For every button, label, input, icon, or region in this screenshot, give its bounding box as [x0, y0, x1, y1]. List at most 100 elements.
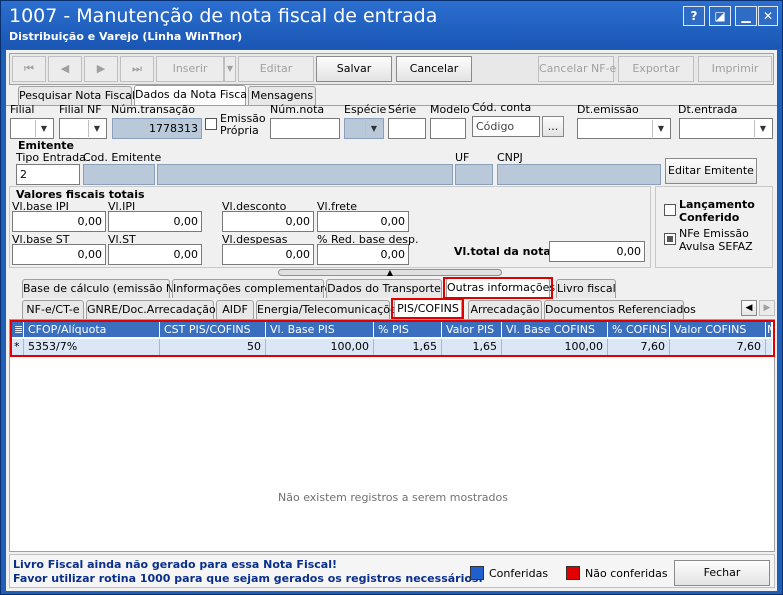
minimize-icon: ▁ [741, 9, 751, 23]
application-window: 1007 - Manutenção de nota fiscal de entr… [0, 0, 783, 595]
fechar-button[interactable]: Fechar [674, 560, 770, 586]
tab-livro-fiscal[interactable]: Livro fiscal [556, 279, 616, 298]
first-record-button[interactable]: ⏮ [12, 56, 46, 82]
total-field[interactable]: 0,00 [549, 241, 645, 262]
tab-documentos-referenciados[interactable]: Documentos Referenciados [544, 300, 696, 319]
cnpj-label: CNPJ [497, 151, 523, 164]
restore-button[interactable]: ◪ [709, 6, 731, 26]
num-nota-field[interactable] [270, 118, 340, 139]
lancamento-conferido-checkbox[interactable] [664, 204, 676, 216]
despesas-field[interactable]: 0,00 [222, 244, 314, 265]
filial-nf-select[interactable]: ▼ [59, 118, 107, 139]
tab-energia[interactable]: Energia/Telecomunicações [256, 300, 403, 319]
cod-conta-field[interactable]: Código [472, 116, 540, 137]
dt-emissao-field[interactable]: ▼ [577, 118, 671, 139]
nfe-emissao-checkbox[interactable] [664, 233, 676, 245]
conferidas-label: Conferidas [489, 567, 549, 580]
ipi-field[interactable]: 0,00 [108, 211, 202, 232]
num-transacao-label: Núm.transação [111, 103, 195, 116]
tabs-scroll-left-button[interactable]: ◀ [741, 300, 757, 316]
restore-icon: ◪ [714, 9, 726, 23]
close-button[interactable]: ✕ [758, 6, 778, 26]
cod-emitente-label: Cod. Emitente [83, 151, 162, 164]
last-icon: ⏭ [132, 62, 142, 75]
cod-emitente-field[interactable] [83, 164, 155, 185]
serie-label: Série [388, 103, 417, 116]
nao-conferidas-swatch [566, 566, 580, 580]
cancelar-nfe-button[interactable]: Cancelar NF-e [538, 56, 616, 82]
cnpj-field[interactable] [497, 164, 661, 185]
next-record-button[interactable]: ▶ [84, 56, 118, 82]
red-base-field[interactable]: 0,00 [317, 244, 409, 265]
tab-arrecadacao[interactable]: Arrecadação [468, 300, 542, 319]
tipo-entrada-label: Tipo Entrada [16, 151, 86, 164]
cod-conta-lookup-button[interactable]: ... [542, 116, 564, 137]
total-label: Vl.total da nota: [454, 245, 556, 258]
num-transacao-field[interactable]: 1778313 [112, 118, 202, 139]
chevron-down-icon: ▼ [754, 120, 771, 137]
modelo-field[interactable] [430, 118, 466, 139]
client-area: ⏮ ◀ ▶ ⏭ Inserir ▼ Editar Salvar Cancelar… [6, 50, 777, 591]
tab-dados-transporte[interactable]: Dados do Transporte [326, 279, 442, 298]
lancamento-conferido-label: Lançamento Conferido [679, 198, 755, 224]
salvar-button[interactable]: Salvar [316, 56, 392, 82]
desconto-field[interactable]: 0,00 [222, 211, 314, 232]
grid-empty-message: Não existem registros a serem mostrados [278, 491, 508, 504]
especie-select[interactable]: ▼ [344, 118, 384, 139]
st-field[interactable]: 0,00 [108, 244, 202, 265]
first-icon: ⏮ [24, 62, 34, 75]
imprimir-button[interactable]: Imprimir [698, 56, 772, 82]
cod-conta-label: Cód. conta [472, 101, 532, 114]
tab-aidf[interactable]: AIDF [216, 300, 254, 319]
window-subtitle: Distribuição e Varejo (Linha WinThor) [9, 30, 243, 43]
tab-base-calculo[interactable]: Base de cálculo (emissão NF) [22, 279, 185, 298]
filial-label: Filial [10, 103, 35, 116]
warning-line-1: Livro Fiscal ainda não gerado para essa … [13, 558, 337, 571]
next-icon: ▶ [96, 62, 106, 75]
splitter-handle[interactable]: ▲ [278, 268, 502, 277]
modelo-label: Modelo [430, 103, 470, 116]
title-bar: 1007 - Manutenção de nota fiscal de entr… [1, 1, 782, 49]
frete-field[interactable]: 0,00 [317, 211, 409, 232]
inserir-dropdown-button[interactable]: ▼ [224, 56, 236, 82]
tab-info-complementares[interactable]: Informações complementares [172, 279, 337, 298]
inserir-button[interactable]: Inserir [156, 56, 224, 82]
uf-field[interactable] [455, 164, 493, 185]
chevron-left-icon: ◀ [745, 303, 753, 313]
emissao-propria-label: Emissão Própria [220, 112, 266, 137]
pis-cofins-highlight [391, 298, 464, 319]
tab-nfe-cte[interactable]: NF-e/CT-e [22, 300, 84, 319]
warning-line-2: Favor utilizar rotina 1000 para que seja… [13, 572, 483, 585]
emitente-name-field[interactable] [157, 164, 453, 185]
toolbar: ⏮ ◀ ▶ ⏭ Inserir ▼ Editar Salvar Cancelar… [9, 53, 774, 85]
editar-emitente-button[interactable]: Editar Emitente [665, 158, 757, 184]
exportar-button[interactable]: Exportar [618, 56, 694, 82]
editar-button[interactable]: Editar [238, 56, 314, 82]
dt-entrada-label: Dt.entrada [678, 103, 738, 116]
minimize-button[interactable]: ▁ [735, 6, 757, 26]
base-st-field[interactable]: 0,00 [12, 244, 106, 265]
window-title: 1007 - Manutenção de nota fiscal de entr… [9, 5, 438, 27]
chevron-down-icon: ▼ [652, 120, 669, 137]
chevron-up-icon: ▲ [386, 268, 394, 277]
tipo-entrada-field[interactable]: 2 [16, 164, 80, 185]
tabs-scroll-right-button[interactable]: ▶ [759, 300, 775, 316]
nfe-emissao-label: NFe Emissão Avulsa SEFAZ [679, 227, 753, 253]
last-record-button[interactable]: ⏭ [120, 56, 154, 82]
num-nota-label: Núm.nota [270, 103, 325, 116]
base-ipi-field[interactable]: 0,00 [12, 211, 106, 232]
serie-field[interactable] [388, 118, 426, 139]
filial-select[interactable]: ▼ [10, 118, 54, 139]
chevron-down-icon: ▼ [365, 120, 382, 137]
help-button[interactable]: ? [683, 6, 705, 26]
cancelar-button[interactable]: Cancelar [396, 56, 472, 82]
especie-label: Espécie [344, 103, 387, 116]
emissao-propria-checkbox[interactable] [205, 118, 217, 130]
tab-gnre[interactable]: GNRE/Doc.Arrecadação [86, 300, 216, 319]
prev-icon: ◀ [60, 62, 70, 75]
chevron-down-icon: ▼ [35, 120, 52, 137]
grid-highlight [10, 320, 775, 357]
prev-record-button[interactable]: ◀ [48, 56, 82, 82]
dt-entrada-field[interactable]: ▼ [679, 118, 773, 139]
sub-tabs-1: Base de cálculo (emissão NF) Informações… [6, 278, 777, 299]
